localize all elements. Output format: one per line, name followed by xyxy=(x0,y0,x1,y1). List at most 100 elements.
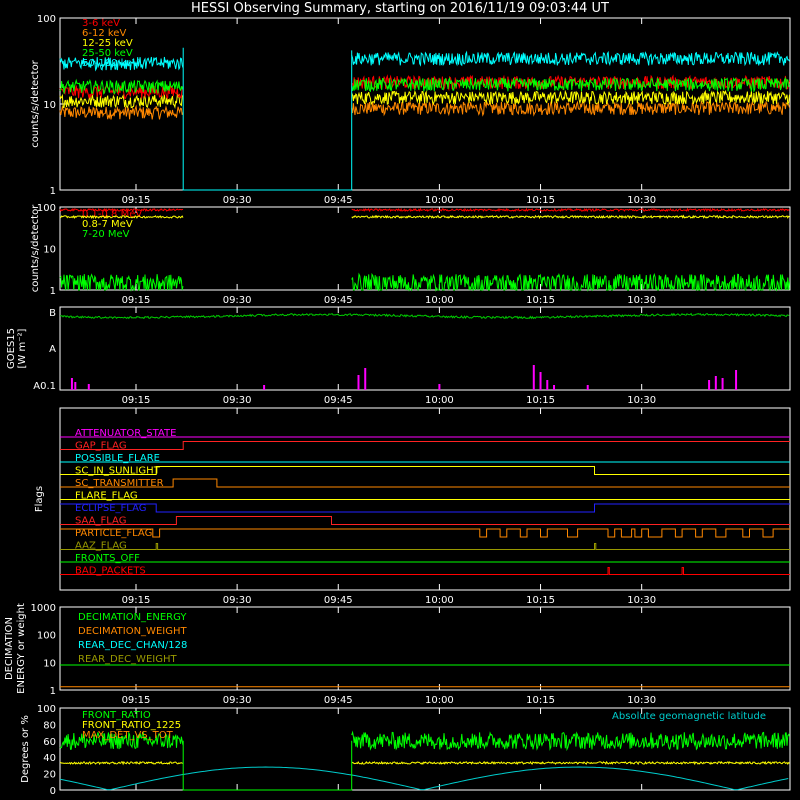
panel-high-energy-legend-2: 7-20 MeV xyxy=(82,229,130,240)
panel-decimation-ylabel: DECIMATION xyxy=(4,617,15,680)
panel-ratios-ytick-0: 0 xyxy=(50,786,56,797)
panel-flags-label-6: ECLIPSE_FLAG xyxy=(75,503,146,514)
panel-flags-ylabel: Flags xyxy=(34,486,45,512)
panel-goes-ylabel: GOES15 xyxy=(6,328,17,369)
panel-decimation-legend-3: REAR_DEC_WEIGHT xyxy=(78,654,177,665)
panel-low-energy-ytick-0: 1 xyxy=(50,186,56,197)
panel-low-energy-xtick-label-2: 09:45 xyxy=(324,195,353,206)
panel-low-energy-gap-line xyxy=(182,47,353,191)
panel-flags-line-8 xyxy=(60,528,790,538)
panel-high-energy-series-1-seg1 xyxy=(351,214,790,220)
panel-goes-series-0 xyxy=(59,312,790,320)
panel-flags-line-1 xyxy=(60,441,790,450)
panel-decimation-ytick-0: 1 xyxy=(50,686,56,697)
panel-flags-label-1: GAP_FLAG xyxy=(75,441,127,452)
panel-ratios-series-0-seg1 xyxy=(351,730,790,752)
panel-low-energy-xtick-label-5: 10:30 xyxy=(627,195,656,206)
panel-flags-label-8: PARTICLE_FLAG xyxy=(75,528,152,539)
panel-low-energy-ytick-2: 100 xyxy=(37,14,56,25)
panel-flags-xtick-label-0: 09:15 xyxy=(122,595,151,606)
panel-low-energy-series-4-b-seg0 xyxy=(351,50,790,67)
panel-low-energy-xtick-label-0: 09:15 xyxy=(122,195,151,206)
panel-decimation-xtick-label-0: 09:15 xyxy=(122,695,151,706)
panel-goes-xtick-label-2: 09:45 xyxy=(324,395,353,406)
panel-flags-line-3 xyxy=(60,466,790,475)
panel-goes-xtick-label-1: 09:30 xyxy=(223,395,252,406)
panel-high-energy-xtick-label-4: 10:15 xyxy=(526,295,555,306)
panel-high-energy-ytick-1: 10 xyxy=(43,245,56,256)
panel-low-energy-series-1-a-seg0 xyxy=(59,104,184,120)
panel-flags-xtick-label-4: 10:15 xyxy=(526,595,555,606)
panel-decimation-xtick-label-2: 09:45 xyxy=(324,695,353,706)
panel-decimation-xtick-label-5: 10:30 xyxy=(627,695,656,706)
panel-low-energy-series-3-b-seg0 xyxy=(351,76,790,93)
observing-summary-figure: 09:15 09:30 09:45 10:00 10:15 10:30110100coun… xyxy=(4,14,791,797)
panel-ratios-ytick-2: 40 xyxy=(43,753,56,764)
panel-goes-ytick-1: A xyxy=(49,344,56,355)
panel-goes-ylabel2: [W m⁻²] xyxy=(17,328,28,368)
panel-goes-xtick-label-5: 10:30 xyxy=(627,395,656,406)
panel-goes-xtick-label-3: 10:00 xyxy=(425,395,454,406)
panel-ratios-ytick-4: 80 xyxy=(43,720,56,731)
panel-flags-line-11 xyxy=(60,567,790,575)
panel-flags-label-4: SC_TRANSMITTER xyxy=(75,478,164,489)
panel-high-energy-xtick-label-3: 10:00 xyxy=(425,295,454,306)
panel-ratios-series-3 xyxy=(59,766,789,791)
panel-flags-label-2: POSSIBLE_FLARE xyxy=(75,453,160,464)
panel-goes-xtick-label-4: 10:15 xyxy=(526,395,555,406)
panel-ratios-gap-line xyxy=(182,740,353,791)
panel-flags-label-7: SAA_FLAG xyxy=(75,516,126,527)
panel-low-energy-series-2-b-seg0 xyxy=(351,89,790,106)
panel-decimation-xtick-label-1: 09:30 xyxy=(223,695,252,706)
panel-flags-line-4 xyxy=(60,478,790,488)
panel-low-energy-xtick-label-4: 10:15 xyxy=(526,195,555,206)
panel-flags-label-5: FLARE_FLAG xyxy=(75,491,138,502)
panel-decimation-ytick-3: 1000 xyxy=(31,603,56,614)
panel-ratios-annotation: Absolute geomagnetic latitude xyxy=(612,711,766,722)
panel-ratios-ytick-5: 100 xyxy=(37,704,56,715)
panel-flags-label-11: BAD_PACKETS xyxy=(75,566,146,577)
panel-high-energy-ytick-0: 1 xyxy=(50,286,56,297)
panel-high-energy-series-2-seg0 xyxy=(59,273,184,292)
panel-ratios-ytick-1: 20 xyxy=(43,770,56,781)
panel-high-energy-xtick-label-5: 10:30 xyxy=(627,295,656,306)
panel-decimation-ylabel2: ENERGY or weight xyxy=(16,603,27,694)
panel-high-energy-xtick-label-1: 09:30 xyxy=(223,295,252,306)
panel-low-energy-ylabel: counts/s/detector xyxy=(30,59,41,147)
panel-flags-xtick-label-1: 09:30 xyxy=(223,595,252,606)
panel-flags-line-7 xyxy=(60,516,790,525)
panel-ratios-ylabel: Degrees or % xyxy=(20,715,31,783)
panel-decimation-legend-1: DECIMATION_WEIGHT xyxy=(78,626,187,637)
panel-flags-label-3: SC_IN_SUNLIGHT xyxy=(75,466,161,477)
panel-flags-label-9: AAZ_FLAG xyxy=(75,541,127,552)
panel-low-energy-series-1-b-seg0 xyxy=(351,100,790,117)
panel-ratios-series-1-seg1 xyxy=(351,760,790,766)
panel-goes-ytick-0: A0.1 xyxy=(33,381,56,392)
panel-goes-xtick-label-0: 09:15 xyxy=(122,395,151,406)
panel-goes-ytick-2: B xyxy=(49,308,56,319)
panel-low-energy-ytick-1: 10 xyxy=(43,100,56,111)
panel-flags-label-0: ATTENUATOR_STATE xyxy=(75,428,176,439)
panel-high-energy-xtick-label-0: 09:15 xyxy=(122,295,151,306)
panel-ratios-series-1-seg0 xyxy=(59,760,184,766)
panel-flags-line-9 xyxy=(60,543,790,550)
panel-high-energy-ylabel: counts/s/detector xyxy=(30,204,41,292)
panel-decimation-ytick-1: 10 xyxy=(43,658,56,669)
panel-decimation-ytick-2: 100 xyxy=(37,631,56,642)
panel-decimation-xtick-label-4: 10:15 xyxy=(526,695,555,706)
panel-flags-label-10: FRONTS_OFF xyxy=(75,553,140,564)
panel-ratios-legend-2: MAX_DET_VS_TOT xyxy=(82,730,174,741)
panel-decimation-legend-2: REAR_DEC_CHAN/128 xyxy=(78,640,187,651)
panel-decimation-xtick-label-3: 10:00 xyxy=(425,695,454,706)
panel-goes-frame xyxy=(59,306,791,391)
panel-flags-xtick-label-5: 10:30 xyxy=(627,595,656,606)
panel-flags-xtick-label-3: 10:00 xyxy=(425,595,454,606)
panel-high-energy-series-2-seg1 xyxy=(351,272,790,292)
panel-flags-line-6 xyxy=(60,503,790,513)
panel-high-energy-series-0-seg1 xyxy=(351,207,790,213)
panel-ratios-ytick-3: 60 xyxy=(43,737,56,748)
panel-high-energy-xtick-label-2: 09:45 xyxy=(324,295,353,306)
panel-flags-xtick-label-2: 09:45 xyxy=(324,595,353,606)
panel-low-energy-xtick-label-1: 09:30 xyxy=(223,195,252,206)
panel-low-energy-xtick-label-3: 10:00 xyxy=(425,195,454,206)
